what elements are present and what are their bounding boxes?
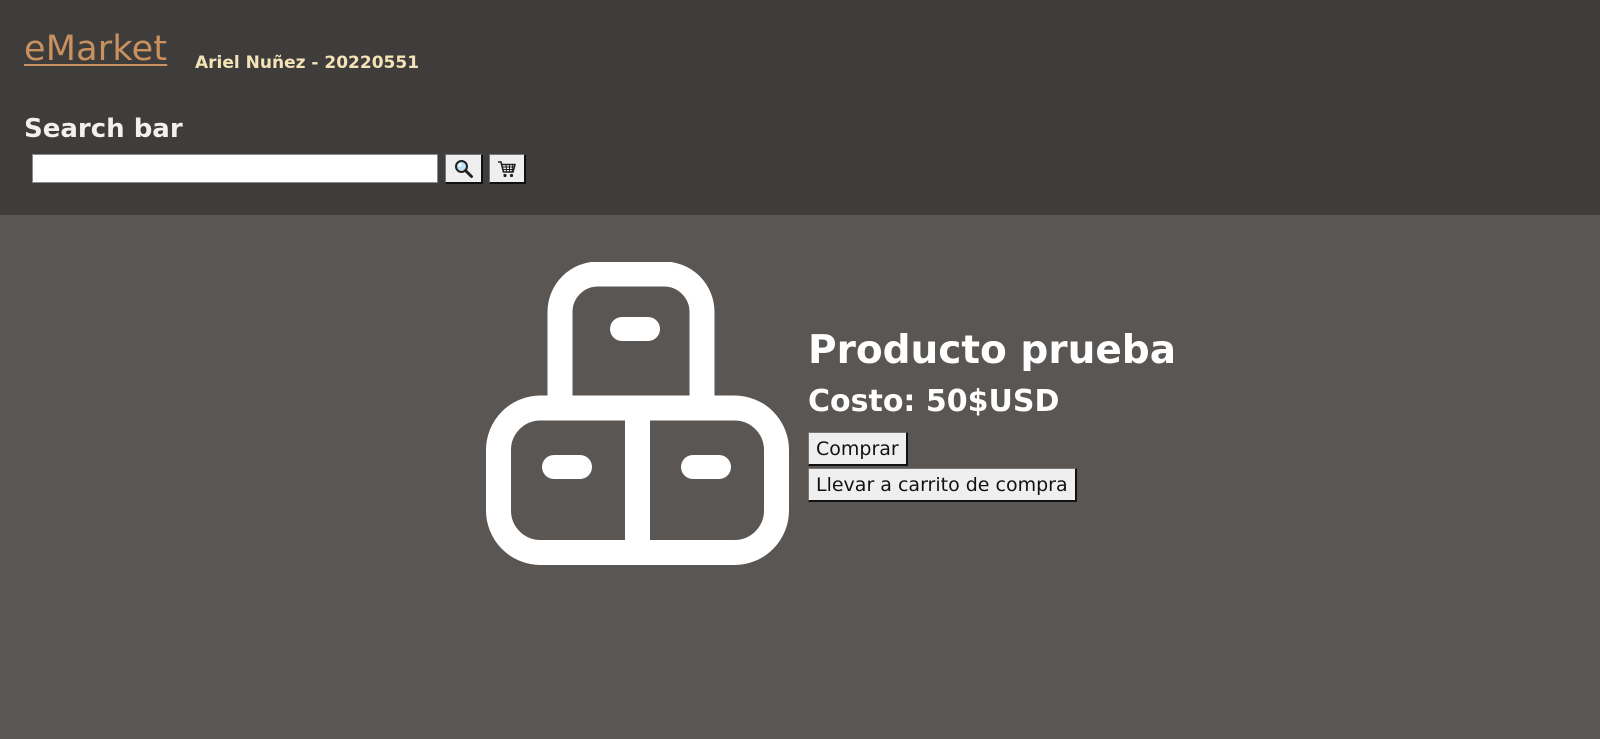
boxes-icon bbox=[486, 262, 789, 565]
search-button[interactable] bbox=[445, 154, 483, 184]
cart-button[interactable] bbox=[489, 154, 526, 184]
search-input[interactable] bbox=[32, 154, 438, 183]
add-to-cart-button[interactable]: Llevar a carrito de compra bbox=[808, 468, 1077, 502]
magnifier-icon bbox=[454, 159, 473, 178]
author-label: Ariel Nuñez - 20220551 bbox=[195, 53, 420, 73]
shopping-cart-icon bbox=[498, 160, 516, 177]
product-name: Producto prueba bbox=[808, 328, 1177, 373]
page-header: eMarket Ariel Nuñez - 20220551 Search ba… bbox=[0, 0, 1600, 215]
product-price: Costo: 50$USD bbox=[808, 384, 1060, 419]
brand-link[interactable]: eMarket bbox=[24, 26, 167, 72]
search-bar-title: Search bar bbox=[24, 114, 183, 144]
buy-button[interactable]: Comprar bbox=[808, 432, 908, 466]
